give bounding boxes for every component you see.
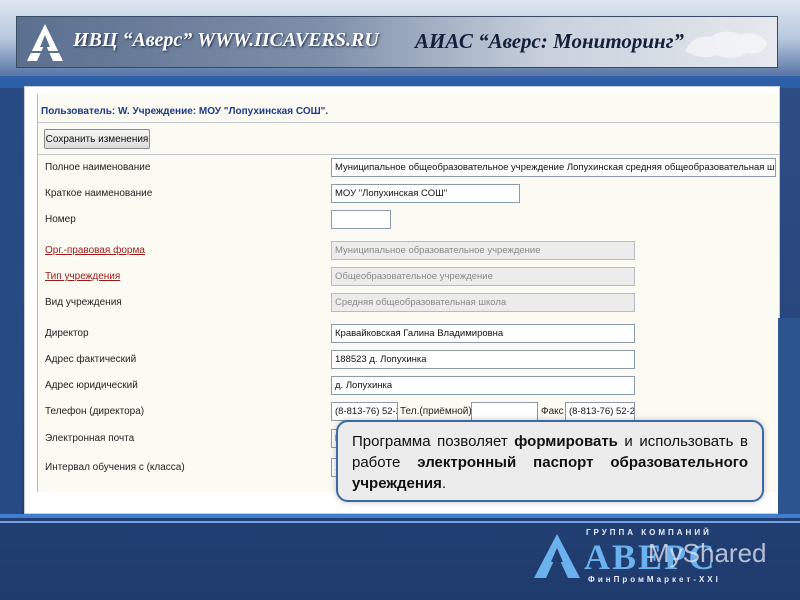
watermark: MyShared [648, 538, 767, 568]
avers-footer-logo-icon [534, 534, 580, 578]
footer-subtitle: ФинПромМаркет-XXI [588, 575, 721, 584]
label-address-legal: Адрес юридический [45, 380, 138, 391]
map-silhouette-icon [685, 31, 767, 58]
label-fax: Факс [541, 406, 564, 417]
number-field[interactable] [331, 210, 391, 229]
label-number: Номер [45, 214, 76, 225]
short-name-field[interactable]: МОУ "Лопухинская СОШ" [331, 184, 520, 203]
label-director-phone: Телефон (директора) [45, 406, 145, 417]
reception-phone-field[interactable] [471, 402, 538, 421]
footer-line [0, 521, 800, 523]
institution-type-field: Общеобразовательное учреждение [331, 267, 635, 286]
institution-kind-field: Средняя общеобразовательная школа [331, 293, 635, 312]
legal-form-field: Муниципальное образовательное учреждение [331, 241, 635, 260]
user-prefix: Пользователь: W. [41, 106, 130, 117]
footer-line [0, 514, 800, 518]
left-stripe [0, 88, 22, 518]
address-legal-field[interactable]: д. Лопухинка [331, 376, 635, 395]
label-email: Электронная почта [45, 433, 135, 444]
right-edge-band [778, 318, 800, 514]
label-short-name: Краткое наименование [45, 188, 153, 199]
link-legal-form[interactable]: Орг.-правовая форма [45, 245, 145, 256]
avers-logo-icon [27, 24, 63, 61]
label-full-name: Полное наименование [45, 162, 151, 173]
user-info-line: Пользователь: W. Учреждение: МОУ "Лопухи… [41, 106, 328, 117]
callout-bold-1: формировать [514, 433, 618, 450]
address-actual-field[interactable]: 188523 д. Лопухинка [331, 350, 635, 369]
divider [38, 122, 780, 123]
label-director: Директор [45, 328, 89, 339]
fax-field[interactable]: (8-813-76) 52-2 [565, 402, 635, 421]
header-banner: ИВЦ “Аверс” WWW.IICAVERS.RU АИАС “Аверс:… [16, 16, 778, 68]
label-grade-interval: Интервал обучения с (класса) [45, 462, 185, 473]
banner-system-title: АИАС “Аверс: Мониторинг” [415, 29, 684, 53]
label-reception-phone: Тел.(приёмной) [400, 406, 472, 417]
label-address-actual: Адрес фактический [45, 354, 137, 365]
banner-company-text: ИВЦ “Аверс” WWW.IICAVERS.RU [73, 29, 379, 51]
save-changes-button[interactable]: Сохранить изменения [44, 129, 150, 149]
label-institution-kind: Вид учреждения [45, 297, 122, 308]
full-name-field[interactable]: Муниципальное общеобразовательное учрежд… [331, 158, 776, 177]
callout-text-1: Программа позволяет [352, 433, 515, 450]
org-name: МОУ "Лопухинская СОШ". [198, 106, 329, 117]
director-phone-field[interactable]: (8-813-76) 52-2 [331, 402, 398, 421]
divider [38, 154, 780, 155]
info-callout: Программа позволяет формировать и исполь… [336, 420, 764, 502]
org-prefix: Учреждение: [132, 106, 197, 117]
callout-text-3: . [441, 475, 447, 492]
director-field[interactable]: Кравайковская Галина Владимировна [331, 324, 635, 343]
link-institution-type[interactable]: Тип учреждения [45, 271, 120, 282]
